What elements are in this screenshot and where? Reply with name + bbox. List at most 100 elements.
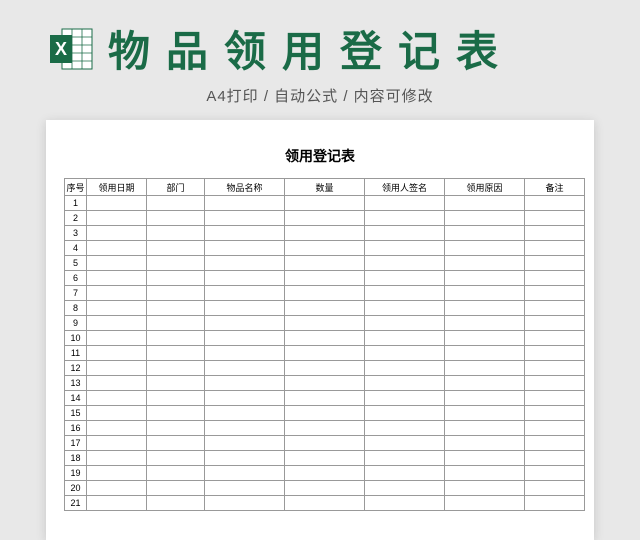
col-header-reason: 领用原因 <box>445 179 525 196</box>
cell-seq: 19 <box>65 466 87 481</box>
cell-empty <box>205 256 285 271</box>
cell-empty <box>445 481 525 496</box>
cell-empty <box>525 196 585 211</box>
cell-empty <box>87 376 147 391</box>
cell-seq: 21 <box>65 496 87 511</box>
cell-empty <box>205 226 285 241</box>
subtitle: A4打印 / 自动公式 / 内容可修改 <box>0 85 640 106</box>
cell-empty <box>365 481 445 496</box>
cell-empty <box>87 421 147 436</box>
cell-empty <box>147 376 205 391</box>
cell-empty <box>87 271 147 286</box>
cell-empty <box>365 406 445 421</box>
cell-seq: 14 <box>65 391 87 406</box>
cell-empty <box>205 361 285 376</box>
cell-empty <box>87 451 147 466</box>
cell-seq: 1 <box>65 196 87 211</box>
cell-empty <box>525 361 585 376</box>
cell-empty <box>365 286 445 301</box>
cell-empty <box>445 226 525 241</box>
cell-empty <box>147 331 205 346</box>
table-row: 1 <box>65 196 585 211</box>
cell-empty <box>87 361 147 376</box>
cell-empty <box>445 196 525 211</box>
cell-empty <box>147 481 205 496</box>
excel-icon: X <box>48 25 96 73</box>
cell-empty <box>147 301 205 316</box>
cell-empty <box>445 466 525 481</box>
cell-empty <box>87 316 147 331</box>
cell-empty <box>87 466 147 481</box>
table-row: 12 <box>65 361 585 376</box>
table-header-row: 序号 领用日期 部门 物品名称 数量 领用人签名 领用原因 备注 <box>65 179 585 196</box>
table-row: 6 <box>65 271 585 286</box>
cell-empty <box>285 226 365 241</box>
cell-empty <box>205 346 285 361</box>
cell-empty <box>525 256 585 271</box>
cell-empty <box>205 331 285 346</box>
cell-empty <box>525 346 585 361</box>
cell-empty <box>525 301 585 316</box>
cell-empty <box>147 286 205 301</box>
cell-empty <box>445 346 525 361</box>
cell-empty <box>285 361 365 376</box>
cell-empty <box>147 436 205 451</box>
col-header-dept: 部门 <box>147 179 205 196</box>
cell-seq: 6 <box>65 271 87 286</box>
cell-empty <box>445 496 525 511</box>
banner-header: X 物品领用登记表 <box>0 0 640 87</box>
cell-empty <box>525 481 585 496</box>
table-row: 3 <box>65 226 585 241</box>
cell-empty <box>87 496 147 511</box>
sheet-title: 领用登记表 <box>64 146 576 166</box>
cell-empty <box>147 241 205 256</box>
cell-empty <box>285 241 365 256</box>
cell-empty <box>147 451 205 466</box>
cell-empty <box>147 421 205 436</box>
cell-empty <box>285 256 365 271</box>
cell-empty <box>205 421 285 436</box>
svg-text:X: X <box>55 39 67 59</box>
cell-empty <box>205 271 285 286</box>
cell-empty <box>147 391 205 406</box>
main-title: 物品领用登记表 <box>108 18 514 79</box>
cell-empty <box>365 331 445 346</box>
cell-empty <box>147 211 205 226</box>
table-row: 14 <box>65 391 585 406</box>
cell-empty <box>525 211 585 226</box>
cell-empty <box>365 211 445 226</box>
cell-empty <box>445 436 525 451</box>
cell-empty <box>365 256 445 271</box>
cell-empty <box>87 211 147 226</box>
cell-empty <box>445 271 525 286</box>
sheet-container: 领用登记表 序号 领用日期 部门 物品名称 数量 领用人签名 领用原因 备注 <box>46 120 594 540</box>
cell-empty <box>205 376 285 391</box>
cell-seq: 20 <box>65 481 87 496</box>
cell-empty <box>205 211 285 226</box>
cell-empty <box>445 361 525 376</box>
cell-seq: 8 <box>65 301 87 316</box>
cell-empty <box>525 241 585 256</box>
table-row: 9 <box>65 316 585 331</box>
cell-empty <box>285 271 365 286</box>
cell-empty <box>445 376 525 391</box>
cell-empty <box>285 496 365 511</box>
cell-empty <box>525 271 585 286</box>
cell-empty <box>525 406 585 421</box>
cell-empty <box>87 346 147 361</box>
cell-empty <box>205 436 285 451</box>
cell-empty <box>525 391 585 406</box>
cell-empty <box>445 451 525 466</box>
cell-empty <box>285 196 365 211</box>
cell-seq: 9 <box>65 316 87 331</box>
cell-empty <box>525 421 585 436</box>
cell-seq: 16 <box>65 421 87 436</box>
cell-empty <box>147 271 205 286</box>
cell-empty <box>445 241 525 256</box>
cell-empty <box>525 286 585 301</box>
cell-empty <box>365 436 445 451</box>
col-header-item: 物品名称 <box>205 179 285 196</box>
table-row: 20 <box>65 481 585 496</box>
table-row: 16 <box>65 421 585 436</box>
registration-table: 序号 领用日期 部门 物品名称 数量 领用人签名 领用原因 备注 1234567… <box>64 178 585 511</box>
